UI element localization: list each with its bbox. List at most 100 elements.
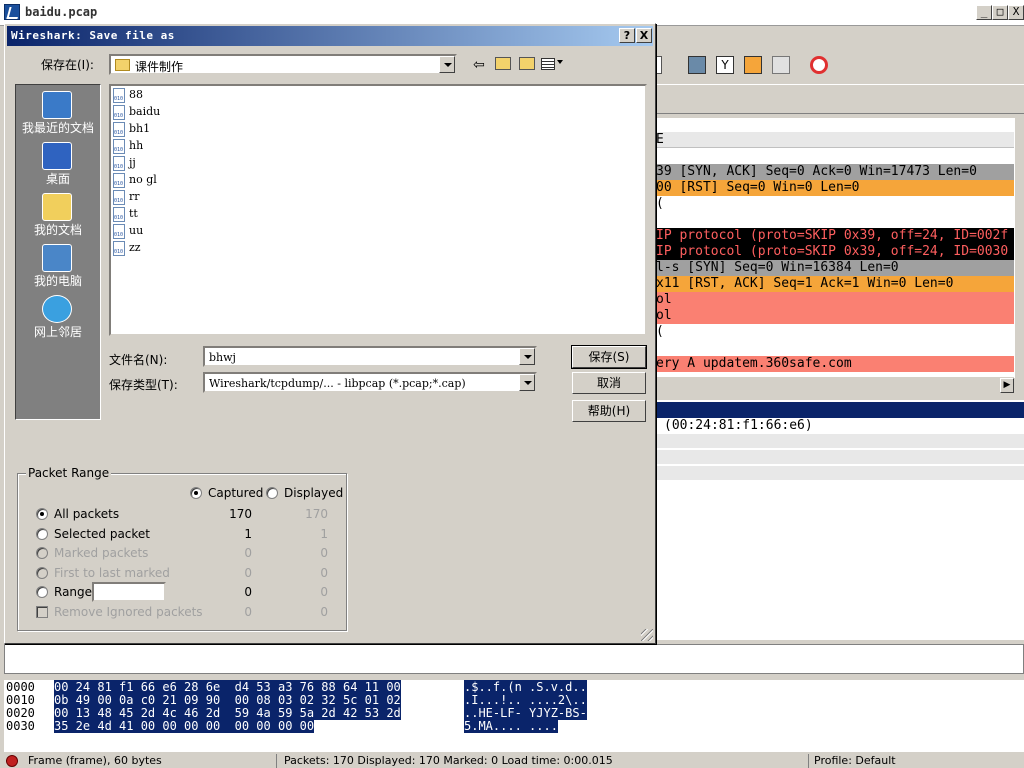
places-item-label: 我的电脑	[33, 274, 82, 288]
file-item[interactable]: no gl	[113, 172, 193, 189]
detail-row[interactable]	[656, 450, 1024, 464]
file-item[interactable]: uu	[113, 223, 193, 240]
packet-row[interactable]: 39 [SYN, ACK] Seq=0 Ack=0 Win=17473 Len=…	[656, 164, 1014, 180]
toolbar-partial-icon[interactable]	[656, 56, 662, 74]
capture-file-icon	[113, 122, 125, 137]
hex-bytes[interactable]: 00 24 81 f1 66 e6 28 6e d4 53 a3 76 88 6…	[54, 680, 401, 694]
capture-filter-icon[interactable]: Y	[716, 56, 734, 74]
packet-row[interactable]: ery A updatem.360safe.com	[656, 356, 1014, 372]
filetype-select[interactable]: Wireshark/tcpdump/... - libpcap (*.pcap;…	[203, 372, 537, 393]
scroll-right-icon[interactable]: ▶	[1000, 378, 1014, 393]
captured-radio[interactable]	[190, 487, 202, 499]
places-item-4[interactable]: 网上邻居	[16, 293, 100, 343]
packet-row[interactable]: (	[656, 196, 1014, 212]
packet-bytes-pane[interactable]: 0000 00 24 81 f1 66 e6 28 6e d4 53 a3 76 …	[4, 680, 1024, 752]
packet-row[interactable]: (	[656, 324, 1014, 340]
packet-list-hscrollbar[interactable]: ▶	[656, 376, 1014, 394]
packet-row[interactable]: IP protocol (proto=SKIP 0x39, off=24, ID…	[656, 228, 1014, 244]
captured-count: 0	[244, 546, 252, 560]
places-item-label: 桌面	[45, 172, 70, 186]
dialog-close-button[interactable]: X	[636, 28, 652, 43]
detail-row[interactable]	[656, 434, 1024, 448]
hex-bytes[interactable]: 35 2e 4d 41 00 00 00 00 00 00 00 00	[54, 719, 315, 733]
save-file-dialog: Wireshark: Save file as ? X 保存在(I): 课件制作…	[4, 23, 656, 644]
dialog-titlebar[interactable]: Wireshark: Save file as ? X	[7, 26, 653, 46]
packet-row[interactable]: ol	[656, 292, 1014, 308]
file-item[interactable]: 88	[113, 87, 193, 104]
packet-row[interactable]: ol	[656, 308, 1014, 324]
file-item[interactable]: tt	[113, 206, 193, 223]
up-folder-icon[interactable]	[495, 57, 511, 70]
save-in-value: 课件制作	[135, 60, 184, 74]
help-lifebuoy-icon[interactable]	[810, 56, 828, 74]
hex-ascii[interactable]: .$..f.(n .S.v.d..	[464, 680, 587, 694]
hex-ascii[interactable]: .I...!.. ....2\..	[464, 693, 587, 707]
file-item[interactable]: hh	[113, 138, 193, 155]
packet-row[interactable]	[656, 212, 1014, 228]
packet-row[interactable]: IP protocol (proto=SKIP 0x39, off=24, ID…	[656, 244, 1014, 260]
chevron-down-icon[interactable]	[519, 374, 535, 391]
packet-details-pane[interactable]: (00:24:81:f1:66:e6)	[656, 400, 1024, 640]
selected-detail-row[interactable]	[656, 402, 1024, 418]
hex-offset: 0030	[6, 719, 35, 733]
places-item-2[interactable]: 我的文档	[16, 191, 100, 241]
resize-grip[interactable]	[641, 629, 653, 641]
displayed-radio[interactable]	[266, 487, 278, 499]
packet-row[interactable]: 00 [RST] Seq=0 Win=0 Len=0	[656, 180, 1014, 196]
view-menu-icon[interactable]	[541, 58, 555, 70]
chevron-down-icon[interactable]	[439, 56, 455, 73]
save-button[interactable]: 保存(S)	[571, 345, 647, 369]
capture-file-icon	[113, 156, 125, 171]
color-filter-icon[interactable]	[744, 56, 762, 74]
minimize-button[interactable]: _	[976, 5, 992, 20]
packet-list-header[interactable]: E	[656, 132, 1014, 148]
help-button[interactable]: 帮助(H)	[572, 400, 646, 422]
captured-count: 0	[244, 604, 252, 619]
hex-bytes[interactable]: 0b 49 00 0a c0 21 09 90 00 08 03 02 32 5…	[54, 693, 401, 707]
close-window-button[interactable]: X	[1008, 5, 1024, 20]
view-dropdown-icon[interactable]	[557, 60, 563, 64]
places-item-label: 我的文档	[33, 223, 82, 237]
filename-field[interactable]: bhwj	[203, 346, 537, 367]
coloring-rules-icon[interactable]	[688, 56, 706, 74]
expert-info-icon[interactable]	[6, 755, 18, 767]
packet-row[interactable]	[656, 340, 1014, 356]
displayed-count: 0	[320, 585, 328, 599]
remove-ignored-checkbox	[36, 605, 48, 618]
packet-list-pane[interactable]: E 39 [SYN, ACK] Seq=0 Ack=0 Win=17473 Le…	[656, 118, 1014, 376]
file-item[interactable]: jj	[113, 155, 193, 172]
places-item-1[interactable]: 桌面	[16, 140, 100, 190]
range-radio-1[interactable]	[36, 527, 48, 540]
places-item-3[interactable]: 我的电脑	[16, 242, 100, 292]
file-list[interactable]: 88 baidu bh1 hh jj no gl rr tt uu zz	[109, 84, 647, 336]
new-folder-icon[interactable]	[519, 57, 535, 70]
hex-ascii[interactable]: ..HE-LF- YJYZ-BS-	[464, 706, 587, 720]
file-item[interactable]: zz	[113, 240, 193, 257]
file-item[interactable]: rr	[113, 189, 193, 206]
status-profile[interactable]: Profile: Default	[814, 754, 896, 767]
packet-list-scrollbar[interactable]	[1014, 118, 1024, 378]
range-radio-0[interactable]	[36, 508, 48, 520]
capture-file-icon	[113, 190, 125, 205]
hex-bytes[interactable]: 00 13 48 45 2d 4c 46 2d 59 4a 59 5a 2d 4…	[54, 706, 401, 720]
detail-row-mac[interactable]: (00:24:81:f1:66:e6)	[664, 418, 813, 433]
capture-file-icon	[113, 105, 125, 120]
chevron-down-icon[interactable]	[519, 348, 535, 365]
dialog-help-button[interactable]: ?	[619, 28, 635, 43]
hex-ascii[interactable]: 5.MA.... ....	[464, 719, 558, 733]
range-input[interactable]	[92, 582, 166, 602]
places-item-0[interactable]: 我最近的文档	[16, 89, 100, 139]
detail-row[interactable]	[656, 466, 1024, 480]
range-label: Range:	[54, 585, 97, 599]
maximize-button[interactable]: □	[992, 5, 1008, 20]
file-item[interactable]: bh1	[113, 121, 193, 138]
filename-value[interactable]: bhwj	[209, 351, 236, 364]
back-arrow-icon[interactable]: ⇦	[473, 57, 485, 73]
cancel-button[interactable]: 取消	[572, 372, 646, 394]
file-item[interactable]: baidu	[113, 104, 193, 121]
range-radio-4[interactable]	[36, 586, 48, 598]
packet-row[interactable]: l-s [SYN] Seq=0 Win=16384 Len=0	[656, 260, 1014, 276]
preferences-tools-icon[interactable]	[772, 56, 790, 74]
packet-row[interactable]: x11 [RST, ACK] Seq=1 Ack=1 Win=0 Len=0	[656, 276, 1014, 292]
save-in-combo[interactable]: 课件制作	[109, 54, 457, 75]
